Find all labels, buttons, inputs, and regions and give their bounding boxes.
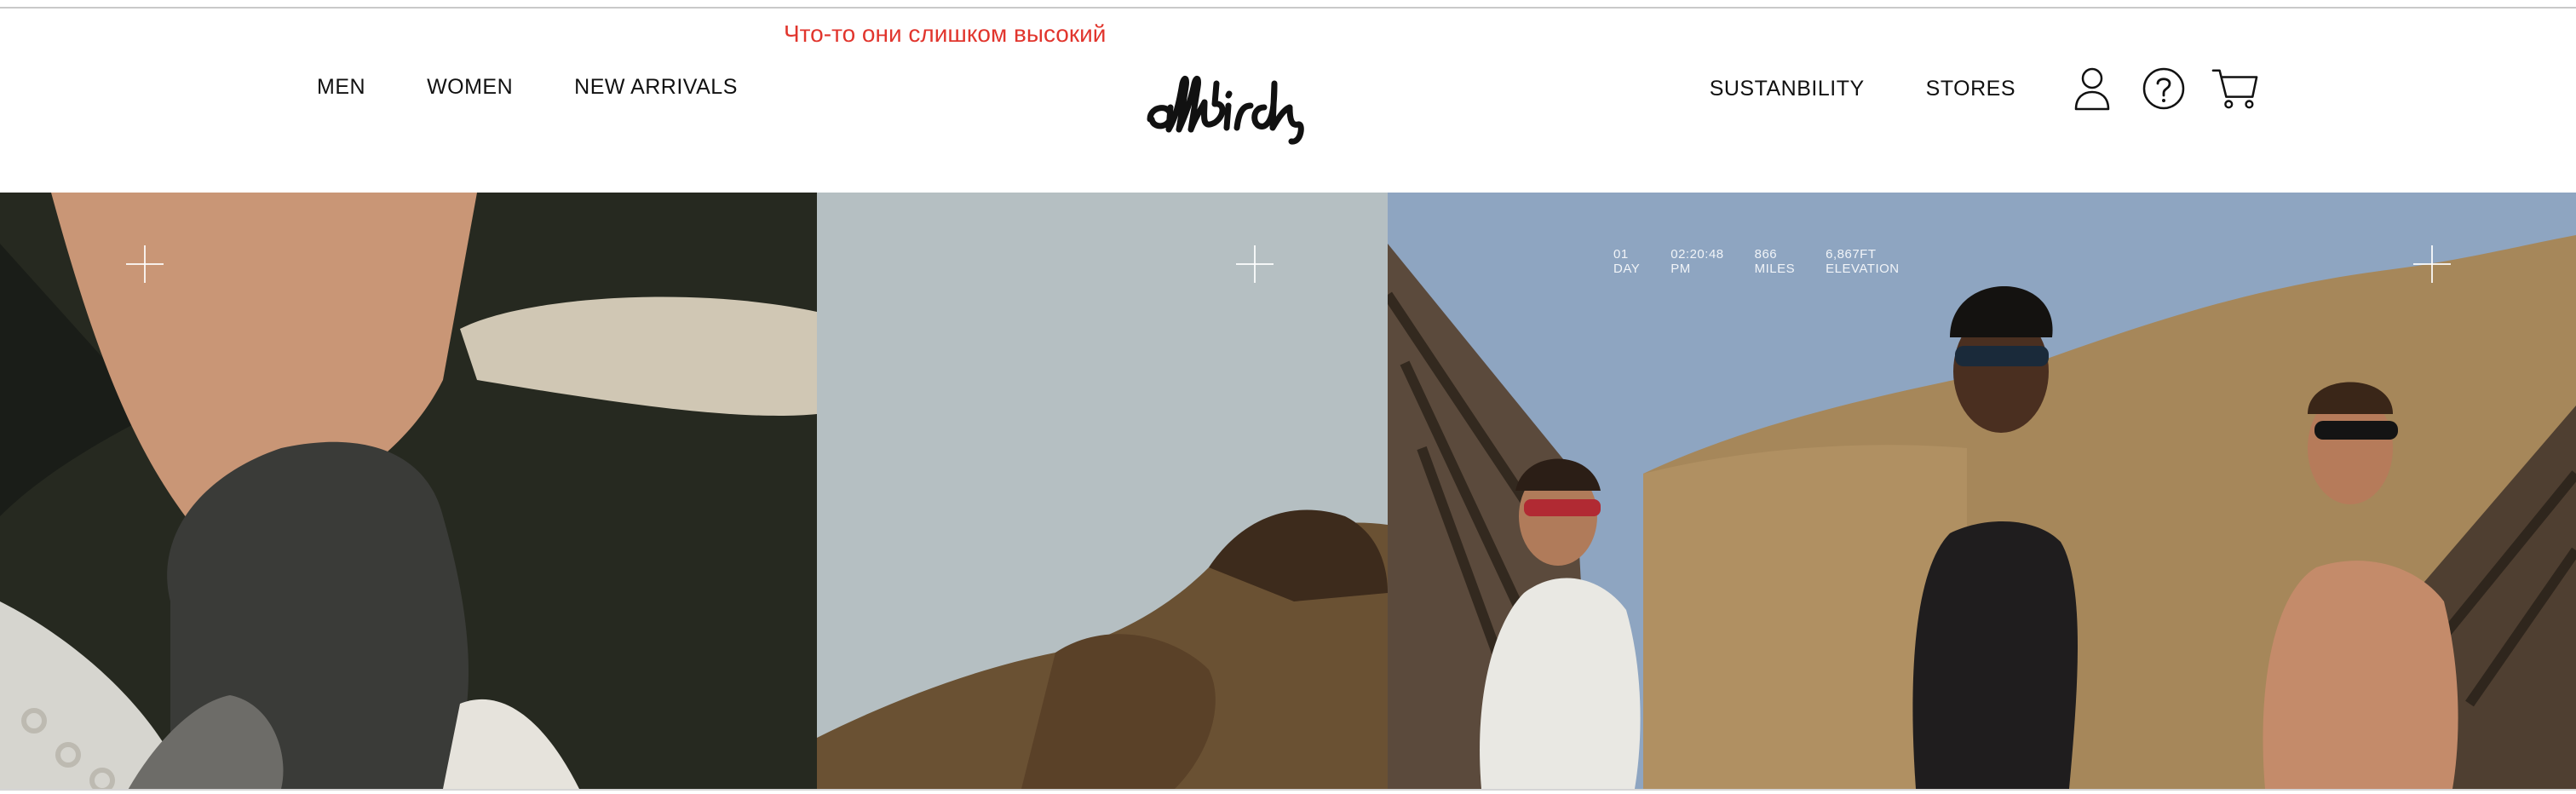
stat-elevation: 6,867FT ELEVATION: [1826, 247, 1899, 276]
hero-image-sneaker-closeup[interactable]: [0, 193, 817, 789]
site-header: MEN WOMEN NEW ARRIVALS SUSTANBILITY STOR…: [0, 9, 2576, 191]
stat-value: 866: [1754, 247, 1778, 262]
hero-image-runners-bridge[interactable]: [1388, 193, 2576, 789]
bottom-divider: [0, 789, 2576, 791]
secondary-nav: SUSTANBILITY STORES: [1710, 65, 2259, 112]
hero-banner: [0, 193, 2576, 789]
stat-time: 02:20:48 PM: [1670, 247, 1723, 276]
hero-image-runner-sky[interactable]: [817, 193, 1388, 789]
stat-label: MILES: [1754, 262, 1796, 276]
sneaker-closeup-illustration: [0, 193, 817, 789]
plus-icon[interactable]: [126, 245, 164, 283]
stat-label: ELEVATION: [1826, 262, 1900, 276]
primary-nav: MEN WOMEN NEW ARRIVALS: [317, 75, 738, 100]
run-stats-overlay: 01 DAY 02:20:48 PM 866 MILES 6,867FT ELE…: [1613, 247, 1900, 276]
stat-value: 02:20:48: [1670, 247, 1724, 262]
stat-value: 01: [1613, 247, 1629, 262]
nav-sustainability-link[interactable]: SUSTANBILITY: [1710, 77, 1865, 101]
nav-new-arrivals-link[interactable]: NEW ARRIVALS: [574, 75, 738, 100]
runners-bridge-illustration: [1388, 193, 2576, 789]
stat-miles: 866 MILES: [1755, 247, 1796, 276]
allbirds-logo[interactable]: [1141, 63, 1354, 148]
page: Что-то они слишком высокий MEN WOMEN NEW…: [0, 0, 2576, 794]
cart-icon[interactable]: [2211, 65, 2259, 112]
nav-men-link[interactable]: MEN: [317, 75, 365, 100]
stat-label: DAY: [1613, 262, 1641, 276]
plus-icon[interactable]: [2413, 245, 2451, 283]
stat-day: 01 DAY: [1613, 247, 1640, 276]
nav-women-link[interactable]: WOMEN: [427, 75, 513, 100]
help-icon[interactable]: [2140, 65, 2188, 112]
stat-label: PM: [1670, 262, 1691, 276]
stat-value: 6,867FT: [1826, 247, 1877, 262]
nav-stores-link[interactable]: STORES: [1926, 77, 2015, 101]
runner-sky-illustration: [817, 193, 1388, 789]
account-icon[interactable]: [2068, 65, 2116, 112]
plus-icon[interactable]: [1236, 245, 1274, 283]
